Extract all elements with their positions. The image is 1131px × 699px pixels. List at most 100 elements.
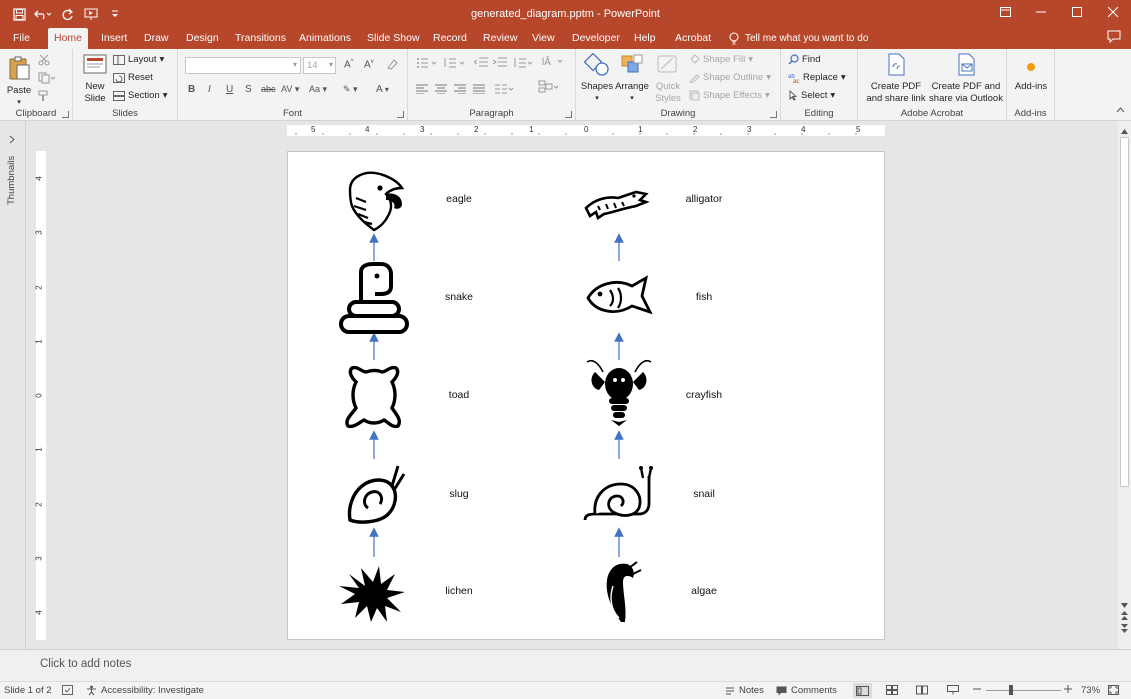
quick-styles-button[interactable]: Quick Styles [651,53,685,105]
next-slide-icon[interactable] [1121,624,1128,636]
accessibility-button[interactable]: Accessibility: Investigate [86,685,204,696]
tab-developer[interactable]: Developer [566,28,626,49]
slides-group: New Slide Layout ▾ Reset Section ▾ Slides [73,49,178,121]
tab-help[interactable]: Help [628,28,662,49]
zoom-in-icon[interactable] [1064,685,1072,693]
tell-me-search[interactable]: Tell me what you want to do [729,28,868,49]
columns-icon[interactable] [495,84,515,97]
bullets-icon[interactable] [416,57,438,71]
shapes-button[interactable]: Shapes ▾ [580,52,614,105]
comments-icon[interactable] [1107,30,1121,46]
tab-acrobat[interactable]: Acrobat [669,28,717,49]
vertical-ruler: 4 3 2 1 0 1 2 3 4 [34,151,46,640]
underline-icon[interactable]: U [226,84,233,95]
format-painter-icon[interactable] [38,90,50,102]
create-pdf-share-link-button[interactable]: Create PDF and share link [862,53,930,105]
tab-insert[interactable]: Insert [95,28,133,49]
comments-button[interactable]: Comments [776,685,837,696]
decrease-font-size-icon[interactable]: Av [364,59,374,70]
reading-view-icon[interactable] [916,685,928,695]
font-name-input[interactable]: ▾ [185,57,301,74]
convert-to-smartart-icon[interactable] [538,80,560,97]
slide-canvas[interactable]: eagle snake toad slug lichen alligator f… [287,151,885,640]
expand-thumbnails-icon[interactable] [9,135,15,147]
reset-button[interactable]: Reset [113,72,153,83]
shape-outline-button[interactable]: Shape Outline ▾ [689,72,771,83]
spelling-check-icon[interactable] [62,685,73,695]
zoom-slider[interactable] [986,690,1061,691]
ribbon-display-options-icon[interactable] [987,0,1023,24]
replace-button[interactable]: ab ac Replace ▾ [788,72,846,83]
select-button[interactable]: Select ▾ [788,90,835,101]
italic-icon[interactable]: I [208,84,211,95]
cut-icon[interactable] [38,54,50,66]
create-pdf-outlook-button[interactable]: Create PDF and share via Outlook [928,53,1004,105]
font-color-icon[interactable]: A ▾ [376,84,389,95]
copy-icon[interactable] [38,72,56,84]
tab-transitions[interactable]: Transitions [229,28,292,49]
clipboard-launcher-icon[interactable] [62,111,69,118]
font-launcher-icon[interactable] [397,111,404,118]
paragraph-launcher-icon[interactable] [565,111,572,118]
previous-slide-icon[interactable] [1121,611,1128,623]
find-button[interactable]: Find [788,54,820,65]
addins-button-label: Add-ins [1014,81,1048,92]
tab-review[interactable]: Review [477,28,523,49]
scroll-up-icon[interactable] [1121,125,1128,137]
highlight-color-icon[interactable]: ✎ ▾ [343,84,358,95]
tab-design[interactable]: Design [180,28,225,49]
decrease-indent-icon[interactable] [473,57,488,71]
adobe-acrobat-group: Create PDF and share link Create PDF and… [858,49,1007,121]
tab-draw[interactable]: Draw [138,28,175,49]
vertical-scrollbar[interactable] [1118,121,1131,649]
normal-view-icon[interactable] [853,683,872,698]
align-right-icon[interactable] [454,84,466,97]
zoom-out-icon[interactable] [973,685,981,693]
minimize-icon[interactable] [1023,0,1059,24]
zoom-slider-thumb[interactable] [1009,685,1013,695]
close-icon[interactable] [1095,0,1131,24]
scroll-down-icon[interactable] [1121,599,1128,611]
drawing-launcher-icon[interactable] [770,111,777,118]
align-center-icon[interactable] [435,84,447,97]
justify-icon[interactable] [473,84,485,97]
font-size-input[interactable]: 14 ▾ [303,57,336,74]
tab-animations[interactable]: Animations [293,28,357,49]
change-case-icon[interactable]: Aa ▾ [309,84,327,95]
slide-sorter-icon[interactable] [886,685,898,695]
layout-button[interactable]: Layout ▾ [113,54,164,65]
shape-effects-button[interactable]: Shape Effects ▾ [689,90,770,101]
align-left-icon[interactable] [416,84,428,97]
character-spacing-icon[interactable]: AV ▾ [281,84,299,95]
fit-to-window-icon[interactable] [1108,685,1119,695]
bold-icon[interactable]: B [188,84,195,95]
notes-pane[interactable]: Click to add notes [0,649,1131,681]
paste-button[interactable]: Paste ▾ [4,55,34,109]
zoom-level[interactable]: 73% [1081,685,1100,696]
addins-button[interactable]: Add-ins [1009,57,1053,93]
tab-home[interactable]: Home [48,28,89,49]
line-spacing-icon[interactable] [513,57,533,71]
scrollbar-thumb[interactable] [1120,137,1129,487]
shape-fill-button[interactable]: Shape Fill ▾ [689,54,753,65]
tab-record[interactable]: Record [427,28,473,49]
strikethrough-icon[interactable]: abc [261,84,276,94]
numbering-icon[interactable] [444,57,466,71]
increase-font-size-icon[interactable]: A^ [344,59,354,70]
clear-formatting-icon[interactable] [386,58,398,73]
text-direction-icon[interactable]: lÅ [542,54,564,71]
collapse-ribbon-icon[interactable] [1116,107,1125,113]
tab-file[interactable]: File [7,28,36,49]
increase-indent-icon[interactable] [492,57,507,71]
text-shadow-icon[interactable]: S [245,84,252,95]
tab-slide-show[interactable]: Slide Show [361,28,426,49]
tab-view[interactable]: View [526,28,561,49]
maximize-icon[interactable] [1059,0,1095,24]
slideshow-view-icon[interactable] [947,685,959,695]
node-label-algae: algae [691,585,717,597]
section-button[interactable]: Section ▾ [113,90,167,101]
notes-button[interactable]: Notes [725,685,764,696]
arrange-button[interactable]: Arrange ▾ [614,53,650,105]
new-slide-button[interactable]: New Slide [78,53,112,105]
vruler-tick-label: 3 [34,556,44,561]
